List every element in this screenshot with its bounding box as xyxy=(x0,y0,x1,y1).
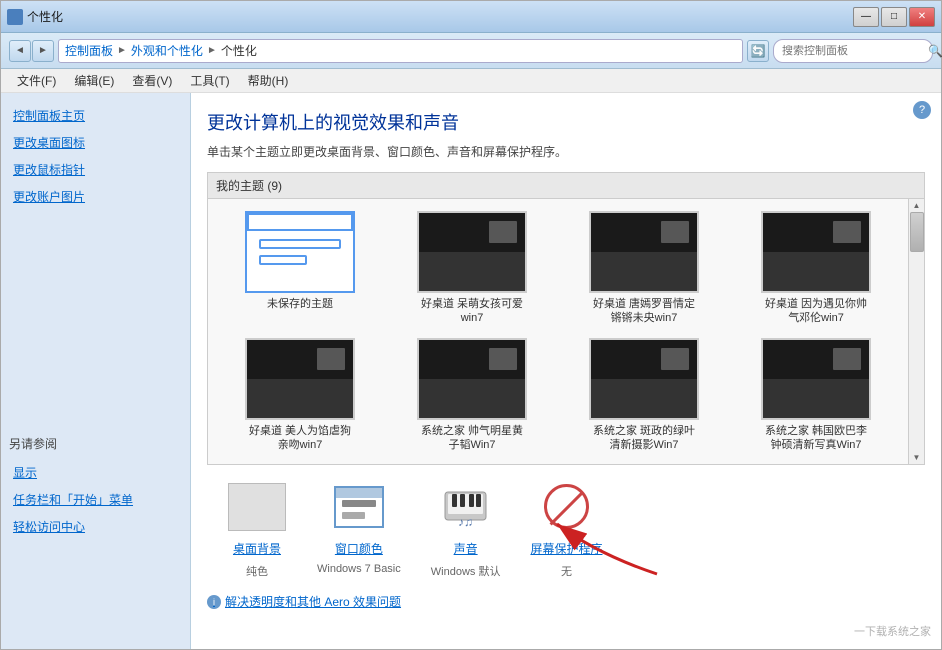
sidebar-link-accessibility[interactable]: 轻松访问中心 xyxy=(9,516,182,537)
sidebar-link-desktop-icons[interactable]: 更改桌面图标 xyxy=(9,132,182,153)
screensaver-icon-container xyxy=(536,479,596,534)
theme-item-unsaved[interactable]: 未保存的主题 xyxy=(220,211,380,326)
menu-edit[interactable]: 编辑(E) xyxy=(66,70,122,91)
window-color-icon-bar2 xyxy=(342,512,365,519)
menu-help[interactable]: 帮助(H) xyxy=(240,70,297,91)
sidebar-link-home[interactable]: 控制面板主页 xyxy=(9,105,182,126)
sound-icon-container: ♪♫ xyxy=(436,479,496,534)
nav-bar: ◄ ► 控制面板 ► 外观和个性化 ► 个性化 🔄 🔍 xyxy=(1,33,941,69)
desktop-bg-sublabel: 纯色 xyxy=(246,563,268,579)
screensaver-sublabel: 无 xyxy=(561,563,572,579)
theme-label-unsaved: 未保存的主题 xyxy=(267,297,333,311)
theme-item-3[interactable]: 好桌道 因为遇见你帅气邓伦win7 xyxy=(736,211,896,326)
main-content: 控制面板主页 更改桌面图标 更改鼠标指针 更改账户图片 另请参阅 显示 任务栏和… xyxy=(1,93,941,649)
theme-label-3: 好桌道 因为遇见你帅气邓伦win7 xyxy=(765,297,867,326)
theme-item-2[interactable]: 好桌道 唐嫣罗晋情定锵锵未央win7 xyxy=(564,211,724,326)
sidebar: 控制面板主页 更改桌面图标 更改鼠标指针 更改账户图片 另请参阅 显示 任务栏和… xyxy=(1,93,191,649)
breadcrumb-item-appearance[interactable]: 外观和个性化 xyxy=(131,42,203,59)
screensaver-option[interactable]: 屏幕保护程序 无 xyxy=(530,479,602,579)
window-color-label: 窗口颜色 xyxy=(335,540,383,557)
themes-header: 我的主题 (9) xyxy=(208,173,924,199)
themes-scrollbar[interactable]: ▲ ▼ xyxy=(908,199,924,464)
theme-label-1: 好桌道 呆萌女孩可爱win7 xyxy=(421,297,523,326)
nav-go-button[interactable]: 🔄 xyxy=(747,40,769,62)
window-icon xyxy=(7,9,23,25)
menu-bar: 文件(F) 编辑(E) 查看(V) 工具(T) 帮助(H) xyxy=(1,69,941,93)
window-color-icon xyxy=(334,486,384,528)
window-color-option[interactable]: 窗口颜色 Windows 7 Basic xyxy=(317,479,401,575)
window-color-sublabel: Windows 7 Basic xyxy=(317,563,401,575)
close-button[interactable]: ✕ xyxy=(909,7,935,27)
sound-label: 声音 xyxy=(454,540,478,557)
theme-label-2: 好桌道 唐嫣罗晋情定锵锵未央win7 xyxy=(593,297,695,326)
menu-view[interactable]: 查看(V) xyxy=(124,70,180,91)
screensaver-icon xyxy=(544,484,589,529)
help-link[interactable]: i 解决透明度和其他 Aero 效果问题 xyxy=(207,593,925,610)
watermark: 一下载系统之家 xyxy=(854,623,931,639)
sidebar-link-account-picture[interactable]: 更改账户图片 xyxy=(9,186,182,207)
theme-label-6: 系统之家 斑政的绿叶清新摄影Win7 xyxy=(593,424,695,453)
main-window: 个性化 — □ ✕ ◄ ► 控制面板 ► 外观和个性化 ► 个性化 🔄 🔍 文件… xyxy=(0,0,942,650)
breadcrumb-sep-1: ► xyxy=(117,45,127,56)
title-bar: 个性化 — □ ✕ xyxy=(1,1,941,33)
desktop-bg-label: 桌面背景 xyxy=(233,540,281,557)
theme-label-4: 好桌道 美人为馅虐狗亲吻win7 xyxy=(249,424,351,453)
breadcrumb-item-control-panel[interactable]: 控制面板 xyxy=(65,42,113,59)
help-link-area: i 解决透明度和其他 Aero 效果问题 xyxy=(207,593,925,610)
sound-sublabel: Windows 默认 xyxy=(431,563,501,579)
window-color-icon-container xyxy=(329,479,389,534)
sidebar-link-display[interactable]: 显示 xyxy=(9,462,182,483)
maximize-button[interactable]: □ xyxy=(881,7,907,27)
breadcrumb-sep-2: ► xyxy=(207,45,217,56)
desktop-bg-icon-container xyxy=(227,479,287,534)
svg-text:♪♫: ♪♫ xyxy=(458,515,473,529)
sidebar-link-mouse-pointer[interactable]: 更改鼠标指针 xyxy=(9,159,182,180)
content-area: ? 更改计算机上的视觉效果和声音 单击某个主题立即更改桌面背景、窗口颜色、声音和… xyxy=(191,93,941,649)
also-see-title: 另请参阅 xyxy=(9,435,182,452)
back-button[interactable]: ◄ xyxy=(9,40,31,62)
theme-item-7[interactable]: 系统之家 韩国欧巴李钟硕清新写真Win7 xyxy=(736,338,896,453)
menu-tools[interactable]: 工具(T) xyxy=(182,70,237,91)
help-link-text: 解决透明度和其他 Aero 效果问题 xyxy=(225,593,401,610)
screensaver-label: 屏幕保护程序 xyxy=(530,540,602,557)
window-color-icon-bar1 xyxy=(342,500,376,507)
search-input[interactable] xyxy=(782,45,924,57)
title-bar-left: 个性化 xyxy=(7,8,63,25)
page-subtitle: 单击某个主题立即更改桌面背景、窗口颜色、声音和屏幕保护程序。 xyxy=(207,143,925,160)
bottom-options: 桌面背景 纯色 窗口颜色 Windows 7 xyxy=(207,479,925,579)
breadcrumb-current: 个性化 xyxy=(221,42,257,59)
desktop-bg-option[interactable]: 桌面背景 纯色 xyxy=(227,479,287,579)
theme-label-5: 系统之家 帅气明星黄子韬Win7 xyxy=(421,424,523,453)
menu-file[interactable]: 文件(F) xyxy=(9,70,64,91)
themes-container: 我的主题 (9) 未保存的主题 xyxy=(207,172,925,465)
title-bar-controls: — □ ✕ xyxy=(853,7,935,27)
desktop-bg-icon xyxy=(228,483,286,531)
themes-grid: 未保存的主题 好桌道 呆萌女孩可爱win7 xyxy=(208,199,908,464)
theme-item-5[interactable]: 系统之家 帅气明星黄子韬Win7 xyxy=(392,338,552,453)
sound-icon: ♪♫ xyxy=(443,484,488,529)
theme-item-1[interactable]: 好桌道 呆萌女孩可爱win7 xyxy=(392,211,552,326)
theme-item-6[interactable]: 系统之家 斑政的绿叶清新摄影Win7 xyxy=(564,338,724,453)
nav-arrows: ◄ ► xyxy=(9,40,54,62)
page-title: 更改计算机上的视觉效果和声音 xyxy=(207,109,925,135)
breadcrumb-bar: 控制面板 ► 外观和个性化 ► 个性化 xyxy=(58,39,743,63)
window-title: 个性化 xyxy=(27,8,63,25)
forward-button[interactable]: ► xyxy=(32,40,54,62)
help-link-icon: i xyxy=(207,595,221,609)
search-bar: 🔍 xyxy=(773,39,933,63)
search-icon: 🔍 xyxy=(928,44,942,58)
minimize-button[interactable]: — xyxy=(853,7,879,27)
theme-item-4[interactable]: 好桌道 美人为馅虐狗亲吻win7 xyxy=(220,338,380,453)
sound-option[interactable]: ♪♫ 声音 Windows 默认 xyxy=(431,479,501,579)
help-icon-button[interactable]: ? xyxy=(913,101,931,119)
theme-label-7: 系统之家 韩国欧巴李钟硕清新写真Win7 xyxy=(765,424,867,453)
window-color-icon-header xyxy=(336,488,382,498)
sidebar-link-taskbar[interactable]: 任务栏和「开始」菜单 xyxy=(9,489,182,510)
scrollbar-thumb[interactable] xyxy=(910,212,924,252)
